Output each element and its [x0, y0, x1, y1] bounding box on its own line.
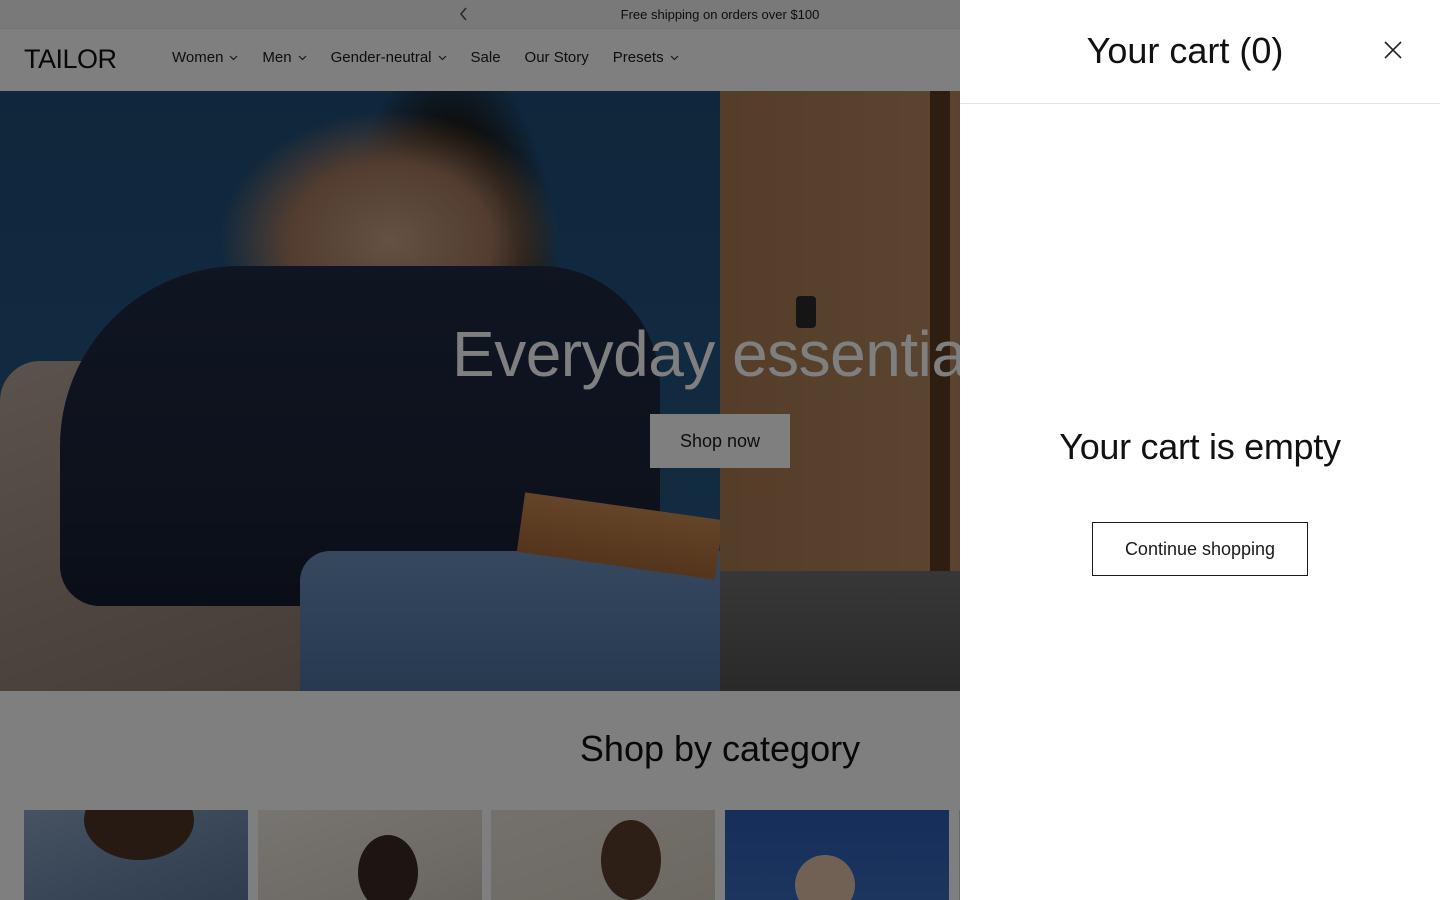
cart-drawer: Your cart (0) Your cart is empty Continu… [960, 0, 1440, 900]
cart-title: Your cart (0) [1086, 30, 1284, 71]
cart-drawer-header: Your cart (0) [960, 0, 1440, 104]
continue-shopping-button[interactable]: Continue shopping [1092, 522, 1308, 576]
cart-empty-message: Your cart is empty [1059, 426, 1341, 467]
close-icon[interactable] [1380, 37, 1406, 63]
